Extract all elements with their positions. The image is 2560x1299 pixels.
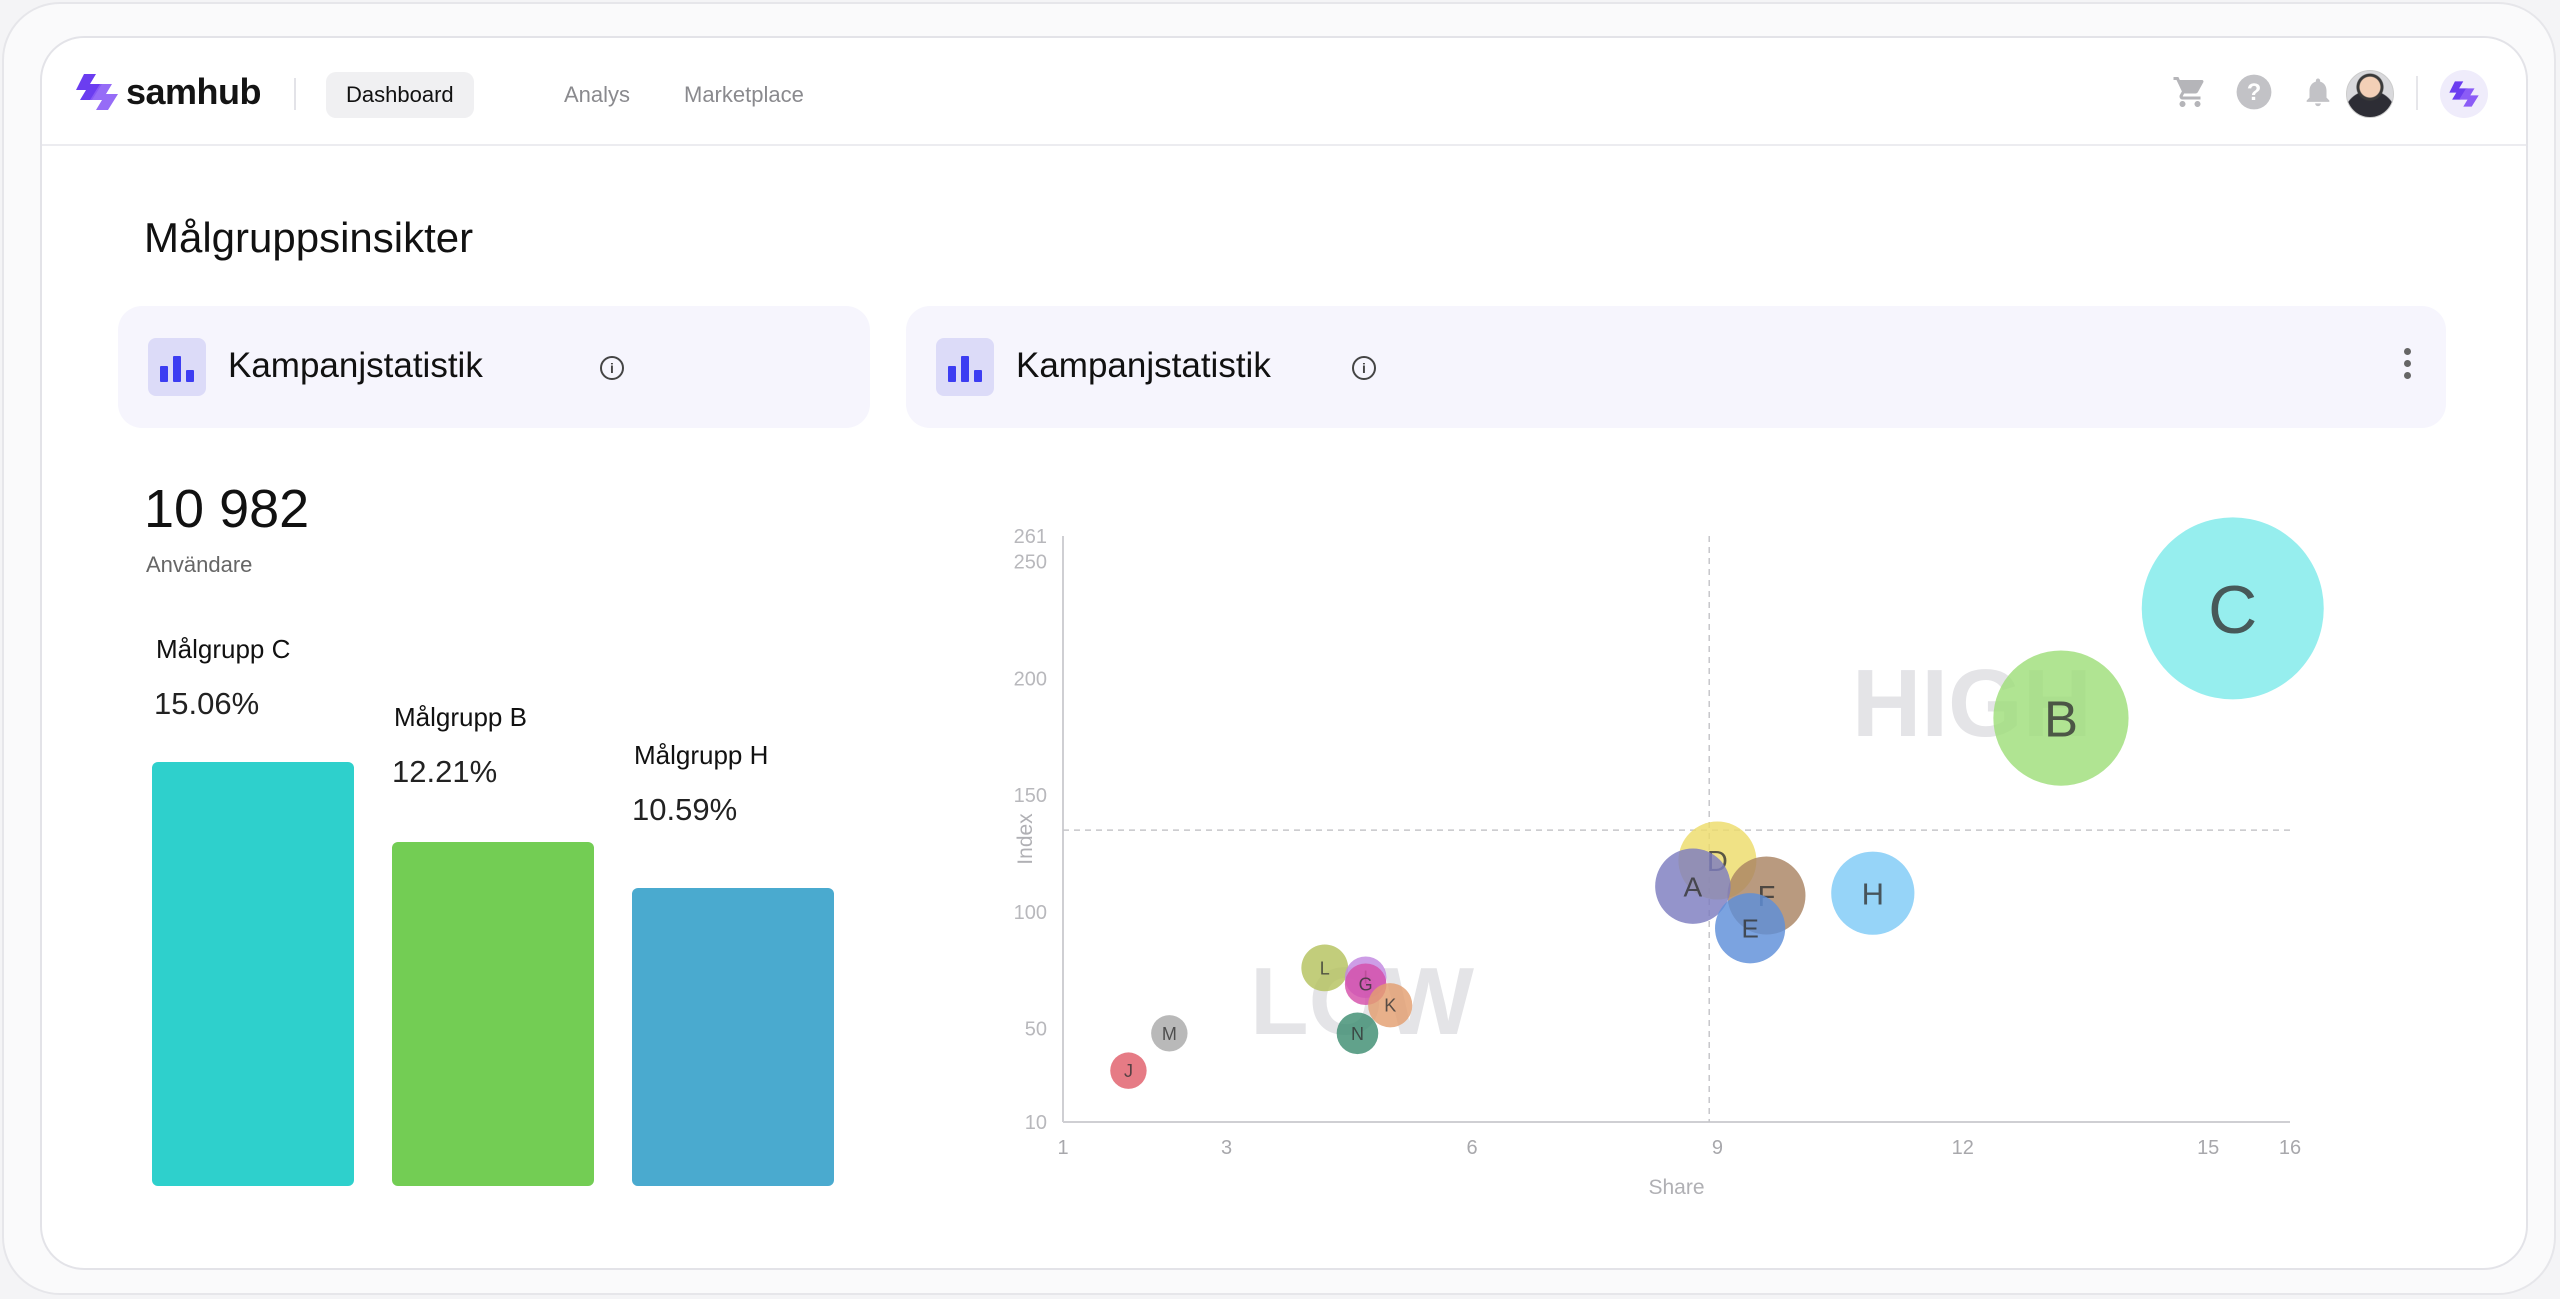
x-tick-label: 3 bbox=[1221, 1137, 1232, 1159]
bubble-label: E bbox=[1741, 914, 1758, 944]
bubble-label: B bbox=[2044, 690, 2078, 747]
device-frame: samhub Dashboard Analys Marketplace ? Må… bbox=[2, 2, 2556, 1295]
bubble-label: H bbox=[1862, 876, 1884, 911]
bubble-label: L bbox=[1320, 958, 1330, 978]
y-tick-label: 100 bbox=[1014, 902, 1047, 924]
y-tick-label: 261 bbox=[1014, 526, 1047, 548]
y-tick-label: 250 bbox=[1014, 552, 1047, 574]
y-tick-label: 10 bbox=[1025, 1112, 1047, 1134]
x-tick-label: 1 bbox=[1057, 1137, 1068, 1159]
x-tick-label: 16 bbox=[2279, 1137, 2301, 1159]
bubble-chart: 1 3 6 9 12 15 16 10 50 100 150 200 250 261 Share Index H… bbox=[1014, 517, 2324, 1199]
bubble-label: M bbox=[1162, 1024, 1177, 1044]
app-window: samhub Dashboard Analys Marketplace ? Må… bbox=[40, 36, 2528, 1270]
x-tick-label: 6 bbox=[1466, 1137, 1477, 1159]
x-tick-label: 15 bbox=[2197, 1137, 2219, 1159]
x-axis-title: Share bbox=[1648, 1176, 1704, 1199]
bubble-label: G bbox=[1359, 975, 1373, 995]
y-tick-label: 50 bbox=[1025, 1019, 1047, 1041]
bubble-label: K bbox=[1384, 996, 1396, 1016]
bubble-label: C bbox=[2208, 572, 2257, 648]
x-tick-label: 12 bbox=[1952, 1137, 1974, 1159]
bubble-label: N bbox=[1351, 1024, 1364, 1044]
x-tick-label: 9 bbox=[1712, 1137, 1723, 1159]
bubble-label: J bbox=[1124, 1061, 1133, 1081]
bubble-label: A bbox=[1684, 871, 1703, 902]
y-tick-label: 200 bbox=[1014, 668, 1047, 690]
y-tick-label: 150 bbox=[1014, 785, 1047, 807]
y-axis-title: Index bbox=[1014, 813, 1037, 865]
